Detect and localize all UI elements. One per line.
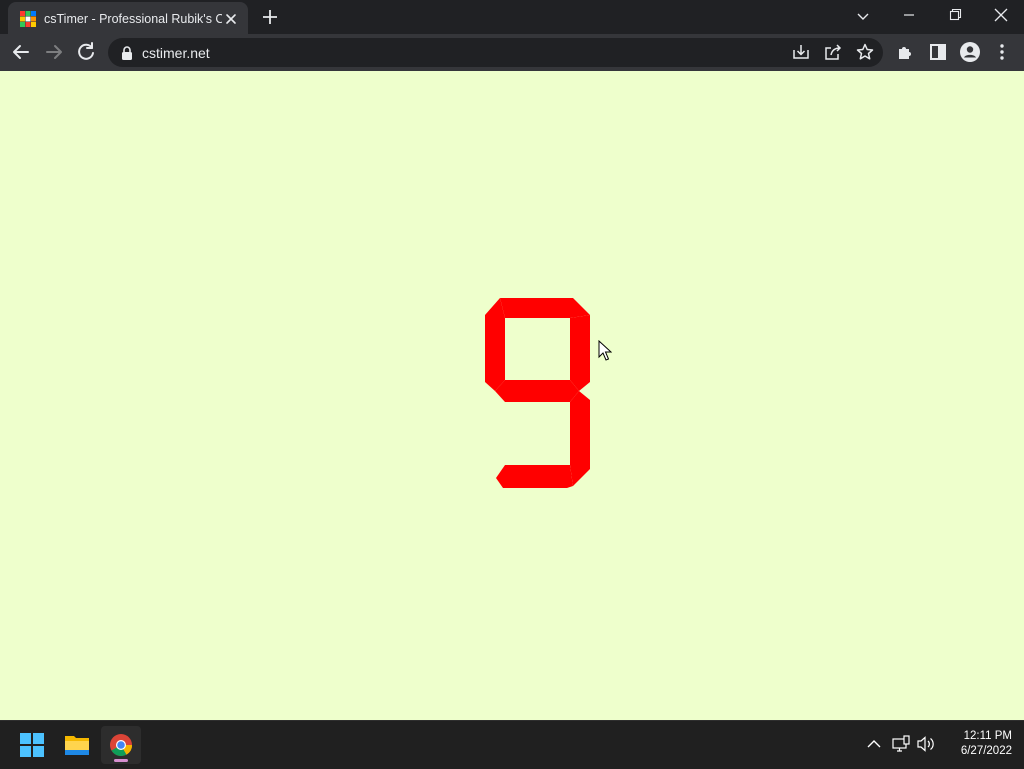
profile-icon[interactable] — [958, 40, 982, 64]
clock-time: 12:11 PM — [963, 730, 1012, 742]
address-bar[interactable]: cstimer.net — [108, 38, 883, 67]
volume-icon[interactable] — [915, 733, 937, 755]
browser-tab-strip: csTimer - Professional Rubik's Cube Spee… — [0, 0, 1024, 34]
cstimer-favicon-icon — [20, 11, 36, 27]
clock-date: 6/27/2022 — [960, 745, 1012, 757]
segment-bottom — [496, 465, 573, 488]
puzzle-icon[interactable] — [894, 40, 918, 64]
network-icon[interactable] — [890, 733, 912, 755]
browser-toolbar: cstimer.net — [0, 34, 1024, 72]
minimize-icon[interactable] — [886, 0, 932, 34]
active-app-indicator — [114, 759, 128, 762]
reload-icon[interactable] — [74, 40, 98, 64]
forward-arrow-icon[interactable] — [42, 40, 66, 64]
restore-icon[interactable] — [932, 0, 978, 34]
chrome-taskbar-icon[interactable] — [101, 726, 141, 764]
install-icon[interactable] — [790, 41, 812, 63]
windows-taskbar: 12:11 PM 6/27/2022 — [0, 720, 1024, 769]
back-arrow-icon[interactable] — [9, 40, 33, 64]
segment-top — [500, 298, 590, 318]
share-icon[interactable] — [822, 41, 844, 63]
tab-title: csTimer - Professional Rubik's Cube Spee… — [44, 12, 222, 26]
segment-upper-left — [485, 298, 505, 391]
seven-segment-digit — [485, 298, 590, 488]
kebab-menu-icon[interactable] — [990, 40, 1014, 64]
segment-lower-right — [570, 391, 590, 486]
side-panel-icon[interactable] — [926, 40, 950, 64]
timer-value: 9 — [483, 488, 484, 489]
windows-start-icon[interactable] — [12, 726, 52, 764]
close-icon[interactable] — [222, 10, 240, 28]
plus-icon[interactable] — [260, 7, 280, 27]
file-explorer-icon[interactable] — [57, 726, 97, 764]
segment-middle — [495, 380, 579, 402]
tab-search-chevron-icon[interactable] — [840, 0, 886, 34]
cstimer-page[interactable]: 9 — [0, 71, 1024, 720]
chevron-up-icon[interactable] — [863, 733, 885, 755]
lock-icon[interactable] — [120, 45, 134, 61]
segment-upper-right — [570, 315, 590, 391]
url-text: cstimer.net — [142, 45, 210, 61]
browser-tab[interactable]: csTimer - Professional Rubik's Cube Spee… — [8, 2, 248, 34]
system-clock[interactable]: 12:11 PM 6/27/2022 — [940, 729, 1012, 759]
timer-display[interactable]: 9 — [483, 298, 593, 488]
close-window-icon[interactable] — [978, 0, 1024, 34]
star-icon[interactable] — [854, 41, 876, 63]
mouse-pointer-icon — [598, 340, 612, 362]
